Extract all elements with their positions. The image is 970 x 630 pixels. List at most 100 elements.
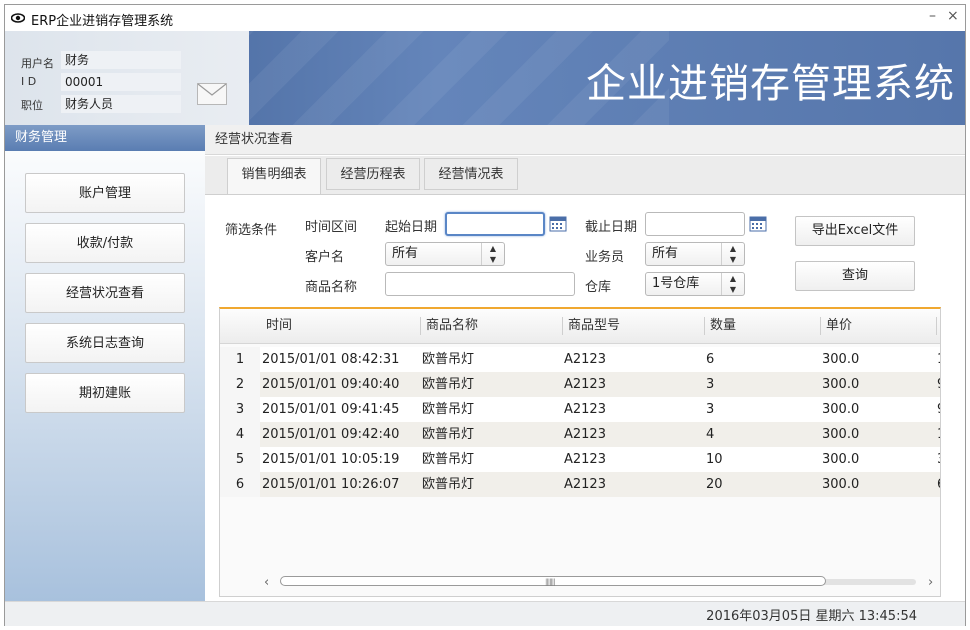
- cell-truncated: 9: [937, 397, 940, 422]
- cell-quantity: 20: [706, 477, 723, 492]
- sidebar-item-receipt-payment[interactable]: 收款/付款: [25, 223, 185, 263]
- scroll-right-icon[interactable]: ›: [928, 575, 933, 590]
- customer-select[interactable]: 所有 ▲ ▼: [385, 242, 505, 266]
- scroll-thumb[interactable]: |||||||: [280, 576, 826, 586]
- column-header-product-name[interactable]: 商品名称: [426, 309, 478, 343]
- end-date-input[interactable]: [645, 212, 745, 236]
- cell-unit-price: 300.0: [822, 352, 860, 367]
- table-row[interactable]: 4 2015/01/01 09:42:40 欧普吊灯 A2123 4 300.0…: [220, 422, 940, 447]
- horizontal-scrollbar[interactable]: ‹ ||||||| ›: [220, 573, 940, 595]
- cell-quantity: 3: [706, 377, 715, 392]
- salesman-select[interactable]: 所有 ▲ ▼: [645, 242, 745, 266]
- cell-time: 2015/01/01 10:26:07: [262, 477, 400, 492]
- cell-quantity: 4: [706, 427, 715, 442]
- window-title: ERP企业进销存管理系统: [31, 14, 174, 29]
- sidebar-item-system-log[interactable]: 系统日志查询: [25, 323, 185, 363]
- title-bar: ERP企业进销存管理系统 – ×: [5, 5, 965, 31]
- sidebar-item-account-management[interactable]: 账户管理: [25, 173, 185, 213]
- cell-time: 2015/01/01 09:42:40: [262, 427, 400, 442]
- sidebar-item-initial-accounts[interactable]: 期初建账: [25, 373, 185, 413]
- tab-divider: [205, 194, 965, 195]
- column-divider: [936, 317, 937, 335]
- cell-truncated: 9: [937, 372, 940, 397]
- cell-product-model: A2123: [564, 377, 606, 392]
- column-header-quantity[interactable]: 数量: [710, 309, 736, 343]
- cell-truncated: 1: [937, 347, 940, 372]
- id-label: I D: [21, 75, 37, 88]
- system-title: 企业进销存管理系统: [586, 61, 955, 107]
- column-header-unit-price[interactable]: 单价: [826, 309, 852, 343]
- scroll-track[interactable]: |||||||: [280, 576, 916, 586]
- cell-product-model: A2123: [564, 427, 606, 442]
- cell-product-name: 欧普吊灯: [422, 477, 475, 492]
- warehouse-select[interactable]: 1号仓库 ▲ ▼: [645, 272, 745, 296]
- cell-unit-price: 300.0: [822, 477, 860, 492]
- eye-icon: [11, 13, 25, 23]
- cell-product-model: A2123: [564, 352, 606, 367]
- table-row[interactable]: 1 2015/01/01 08:42:31 欧普吊灯 A2123 6 300.0…: [220, 347, 940, 372]
- query-button[interactable]: 查询: [795, 261, 915, 291]
- column-header-product-model[interactable]: 商品型号: [568, 309, 620, 343]
- user-info-panel: 用户名 财务 I D 00001 职位 财务人员: [5, 31, 249, 125]
- chevron-updown-icon: ▲ ▼: [721, 273, 744, 295]
- main-panel: 经营状况查看 销售明细表 经营历程表 经营情况表 筛选条件 时间区间 起始日期 …: [205, 125, 965, 601]
- salesman-select-value: 所有: [652, 246, 679, 261]
- table-row[interactable]: 2 2015/01/01 09:40:40 欧普吊灯 A2123 3 300.0…: [220, 372, 940, 397]
- page-title: 经营状况查看: [205, 125, 965, 155]
- cell-product-model: A2123: [564, 402, 606, 417]
- table-row[interactable]: 3 2015/01/01 09:41:45 欧普吊灯 A2123 3 300.0…: [220, 397, 940, 422]
- tab-business-history[interactable]: 经营历程表: [326, 158, 420, 190]
- customer-label: 客户名: [305, 250, 345, 265]
- cell-time: 2015/01/01 09:40:40: [262, 377, 400, 392]
- app-window: ERP企业进销存管理系统 – × 用户名 财务 I D 00001 职位 财务人…: [4, 4, 966, 626]
- warehouse-select-value: 1号仓库: [652, 276, 700, 291]
- start-date-input[interactable]: [445, 212, 545, 236]
- username-label: 用户名: [21, 57, 54, 70]
- mail-icon[interactable]: [197, 83, 227, 105]
- table-row[interactable]: 5 2015/01/01 10:05:19 欧普吊灯 A2123 10 300.…: [220, 447, 940, 472]
- row-number: 6: [220, 472, 260, 497]
- cell-quantity: 3: [706, 402, 715, 417]
- cell-truncated: 3: [937, 447, 940, 472]
- id-value: 00001: [61, 73, 181, 91]
- chevron-updown-icon: ▲ ▼: [481, 243, 504, 265]
- start-date-calendar-icon[interactable]: [549, 214, 567, 232]
- filter-section-label: 筛选条件: [225, 223, 278, 238]
- close-button[interactable]: ×: [947, 8, 959, 24]
- cell-unit-price: 300.0: [822, 377, 860, 392]
- product-name-label: 商品名称: [305, 280, 358, 295]
- time-range-label: 时间区间: [305, 220, 358, 235]
- cell-product-name: 欧普吊灯: [422, 377, 475, 392]
- end-date-label: 截止日期: [585, 220, 638, 235]
- username-value: 财务: [61, 51, 181, 69]
- table-row[interactable]: 6 2015/01/01 10:26:07 欧普吊灯 A2123 20 300.…: [220, 472, 940, 497]
- minimize-button[interactable]: –: [929, 8, 936, 24]
- customer-select-value: 所有: [392, 246, 419, 261]
- scroll-left-icon[interactable]: ‹: [264, 575, 269, 590]
- status-datetime: 2016年03月05日 星期六 13:45:54: [706, 609, 917, 624]
- tab-bar: 销售明细表 经营历程表 经营情况表: [205, 156, 965, 194]
- sidebar-item-business-status[interactable]: 经营状况查看: [25, 273, 185, 313]
- tab-sales-detail[interactable]: 销售明细表: [227, 158, 321, 194]
- cell-truncated: 6: [937, 472, 940, 497]
- row-number: 4: [220, 422, 260, 447]
- cell-quantity: 6: [706, 352, 715, 367]
- app-header: 用户名 财务 I D 00001 职位 财务人员 企业进销存管理系统: [5, 31, 965, 125]
- cell-unit-price: 300.0: [822, 402, 860, 417]
- cell-unit-price: 300.0: [822, 452, 860, 467]
- chevron-updown-icon: ▲ ▼: [721, 243, 744, 265]
- export-excel-button[interactable]: 导出Excel文件: [795, 216, 915, 246]
- product-name-input[interactable]: [385, 272, 575, 296]
- row-number: 1: [220, 347, 260, 372]
- end-date-calendar-icon[interactable]: [749, 214, 767, 232]
- tab-business-status[interactable]: 经营情况表: [424, 158, 518, 190]
- row-number: 5: [220, 447, 260, 472]
- column-header-time[interactable]: 时间: [266, 309, 292, 343]
- column-divider: [562, 317, 563, 335]
- sidebar-title: 财务管理: [5, 125, 205, 151]
- cell-quantity: 10: [706, 452, 723, 467]
- cell-product-model: A2123: [564, 452, 606, 467]
- role-label: 职位: [21, 99, 43, 112]
- cell-truncated: 1: [937, 422, 940, 447]
- cell-product-name: 欧普吊灯: [422, 427, 475, 442]
